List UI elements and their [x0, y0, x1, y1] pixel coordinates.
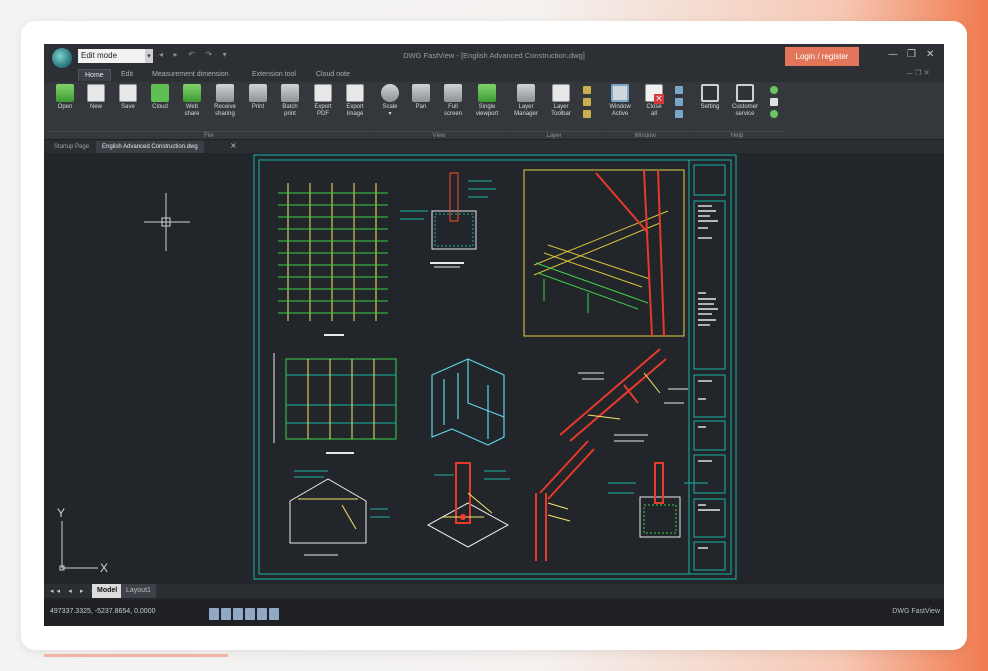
- brand-label: DWG FastView: [892, 608, 940, 615]
- document-tab-bar: Startup Page English Advanced Constructi…: [44, 140, 944, 153]
- coordinate-readout: 497337.3325, -5237.8654, 0.0000: [50, 608, 156, 615]
- save-icon: [119, 84, 137, 102]
- group-label-window: Window: [602, 131, 688, 140]
- fixed-base-detail: [426, 462, 510, 548]
- snap-toggle-icon[interactable]: [221, 608, 231, 620]
- close-all-button[interactable]: Close all: [638, 84, 670, 128]
- window-active-icon: [611, 84, 629, 102]
- web-share-button[interactable]: Web share: [176, 84, 208, 128]
- layer-toolbar-icon: [552, 84, 570, 102]
- tab-measurement-dimension[interactable]: Measurement dimension: [152, 69, 229, 81]
- receive-sharing-button[interactable]: Receive sharing: [209, 84, 241, 128]
- export-image-button[interactable]: Export Image: [339, 84, 371, 128]
- tab-startup-page[interactable]: Startup Page: [48, 141, 95, 153]
- window-active-button[interactable]: Window Active: [604, 84, 636, 128]
- minimize-icon[interactable]: —: [888, 49, 898, 61]
- close-icon[interactable]: ✕: [926, 49, 934, 61]
- group-label-file: File: [48, 131, 370, 140]
- export-image-icon: [346, 84, 364, 102]
- grid-toggle-icon[interactable]: [209, 608, 219, 620]
- elevation-drawing: [273, 353, 397, 454]
- status-bar: 497337.3325, -5237.8654, 0.0000 DWG Fast…: [44, 600, 944, 626]
- tab-edit[interactable]: Edit: [121, 69, 133, 81]
- dwg-fastview-window: Edit mode ▾ ◂ ▸ ↶ ↷ ▾ DWG FastView - [En…: [44, 44, 944, 626]
- layer-toolbar-button[interactable]: Layer Toolbar: [545, 84, 577, 128]
- haunch-detail: [535, 440, 595, 561]
- lineweight-toggle-icon[interactable]: [269, 608, 279, 620]
- tab-layout1[interactable]: Layout1: [121, 584, 156, 598]
- export-pdf-icon: [314, 84, 332, 102]
- y-axis-label: Y: [57, 506, 65, 520]
- crosshair-cursor-icon: [144, 193, 190, 251]
- tab-home[interactable]: Home: [78, 69, 111, 81]
- customer-service-button[interactable]: Customer service: [729, 84, 761, 128]
- pan-hand-icon: [412, 84, 430, 102]
- tab-model[interactable]: Model: [92, 584, 123, 598]
- group-label-help: Help: [690, 131, 784, 140]
- polar-toggle-icon[interactable]: [245, 608, 255, 620]
- close-tab-icon[interactable]: ×: [230, 141, 237, 150]
- x-axis-label: X: [100, 561, 108, 575]
- batch-print-button[interactable]: Batch print: [274, 84, 306, 128]
- full-screen-icon: [444, 84, 462, 102]
- tab-cloud-note[interactable]: Cloud note: [316, 69, 350, 81]
- scale-button[interactable]: Scale ▾: [374, 84, 406, 128]
- single-viewport-button[interactable]: Single viewport: [471, 84, 503, 128]
- maximize-icon[interactable]: ❐: [907, 49, 916, 61]
- title-block-text: [698, 205, 720, 549]
- cloud-icon: [151, 84, 169, 102]
- cad-drawing: Y X: [57, 154, 737, 580]
- column-base-plate-detail: [608, 462, 708, 538]
- ribbon-toolbar: Open New Save Cloud Web share Receive sh…: [44, 82, 944, 140]
- web-share-icon: [183, 84, 201, 102]
- customer-service-icon: [736, 84, 754, 102]
- help-quick-tools[interactable]: [770, 86, 778, 122]
- menu-tab-row: Home Edit Measurement dimension Extensio…: [44, 68, 944, 82]
- rafter-connection-detail: [559, 348, 688, 442]
- group-label-view: View: [372, 131, 506, 140]
- save-button[interactable]: Save: [112, 84, 144, 128]
- cloud-button[interactable]: Cloud: [144, 84, 176, 128]
- new-file-icon: [87, 84, 105, 102]
- bottom-accent-bar: [44, 654, 228, 657]
- full-screen-button[interactable]: Full screen: [437, 84, 469, 128]
- layer-manager-icon: [517, 84, 535, 102]
- login-register-button[interactable]: Login / register: [785, 47, 859, 66]
- close-all-icon: [645, 84, 664, 104]
- pan-button[interactable]: Pan: [405, 84, 437, 128]
- base-plate-detail: [400, 172, 496, 268]
- layout-tab-bar: ◂◂ ◂ ▸ ▸▸ Model Layout1: [44, 584, 944, 598]
- print-button[interactable]: Print: [242, 84, 274, 128]
- print-icon: [249, 84, 267, 102]
- group-label-layer: Layer: [508, 131, 600, 140]
- folder-open-icon: [56, 84, 74, 102]
- title-bar: Edit mode ▾ ◂ ▸ ↶ ↷ ▾ DWG FastView - [En…: [44, 44, 944, 68]
- new-button[interactable]: New: [80, 84, 112, 128]
- export-pdf-button[interactable]: Export PDF: [307, 84, 339, 128]
- steel-portal-frame-detail: [289, 470, 390, 556]
- tab-extension-tool[interactable]: Extension tool: [252, 69, 296, 81]
- roof-plan-drawing: [278, 183, 388, 336]
- single-viewport-icon: [478, 84, 496, 102]
- setting-gear-icon: [701, 84, 719, 102]
- layer-quick-tools[interactable]: [583, 86, 591, 122]
- 3d-portal-frame: [431, 358, 505, 446]
- setting-button[interactable]: Setting: [694, 84, 726, 128]
- 3d-truss-view: [523, 169, 685, 337]
- receive-sharing-icon: [216, 84, 234, 102]
- open-button[interactable]: Open: [49, 84, 81, 128]
- drawing-frame: [253, 154, 737, 580]
- osnap-toggle-icon[interactable]: [257, 608, 267, 620]
- document-window-controls[interactable]: — ❐ ✕: [906, 69, 930, 77]
- ortho-toggle-icon[interactable]: [233, 608, 243, 620]
- tab-english-advanced-construction[interactable]: English Advanced Construction.dwg: [96, 141, 204, 153]
- batch-print-icon: [281, 84, 299, 102]
- status-tool-icons[interactable]: [209, 605, 281, 624]
- window-arrange-tools[interactable]: [675, 86, 683, 122]
- layer-manager-button[interactable]: Layer Manager: [510, 84, 542, 128]
- scale-icon: [381, 84, 399, 102]
- drawing-canvas[interactable]: Y X: [48, 153, 940, 584]
- ucs-axis-icon: [59, 521, 98, 571]
